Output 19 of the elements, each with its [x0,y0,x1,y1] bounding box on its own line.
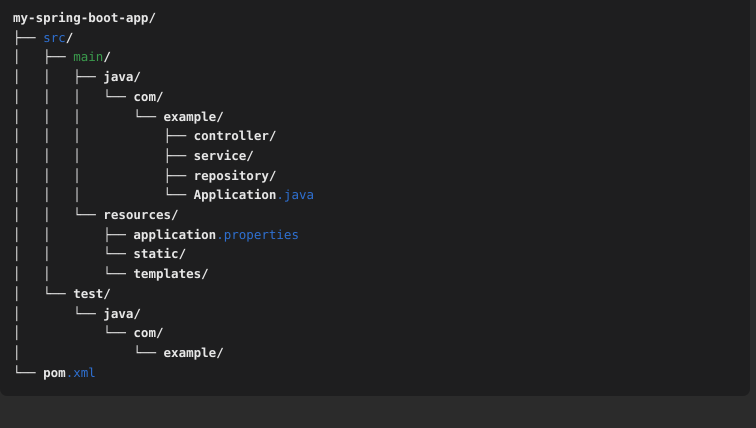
code-line: my-spring-boot-app/ [13,9,156,27]
code-line: │ ├── main/ [13,48,111,66]
code-line: │ └── example/ [13,344,224,362]
code-line: │ │ └── static/ [13,245,186,264]
code-line: │ │ │ └── example/ [13,108,224,126]
code-line: │ └── com/ [13,324,164,342]
code-line: │ │ ├── java/ [13,68,141,86]
code-line: └── pom.xml [13,364,96,382]
code-line: │ │ └── templates/ [13,265,209,284]
code-line: │ │ ├── application.properties [13,226,299,244]
code-line: │ └── test/ [13,284,111,304]
code-line: │ │ │ └── com/ [13,88,164,106]
code-line: │ └── java/ [13,304,141,324]
code-line: │ │ │ └── Application.java [13,186,314,204]
code-line: │ │ │ ├── service/ [13,146,254,166]
code-line: │ │ │ ├── repository/ [13,166,276,186]
code-line: ├── src/ [13,28,74,48]
code-line: │ │ │ ├── controller/ [13,127,276,146]
code-line: │ │ └── resources/ [13,206,179,224]
